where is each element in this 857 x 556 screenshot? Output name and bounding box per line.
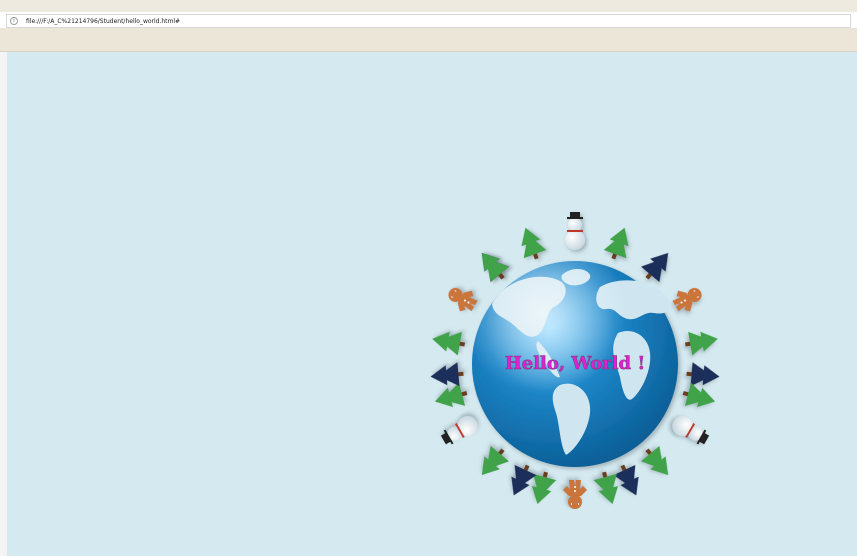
green-tree-icon — [603, 227, 629, 260]
snowman-icon — [565, 212, 585, 250]
navy-tree-icon — [641, 252, 669, 283]
snowman-icon — [440, 416, 478, 445]
green-tree-icon — [684, 331, 718, 356]
globe-illustration: Hello, World ! — [430, 212, 720, 509]
browser-top-strip — [0, 0, 857, 12]
browser-toolbar — [0, 28, 857, 52]
page-info-icon[interactable]: i — [10, 17, 18, 25]
gingerbread-man-icon — [448, 288, 478, 312]
green-tree-icon — [432, 331, 466, 356]
url-text[interactable]: file:///F:/A_C%21214796/Student/hello_wo… — [26, 18, 180, 25]
gingerbread-man-icon — [672, 288, 702, 312]
gingerbread-man-icon — [563, 480, 587, 509]
window-left-edge — [0, 52, 7, 556]
navy-tree-icon — [511, 464, 537, 496]
page-viewport: Hello, World ! — [7, 52, 857, 556]
green-tree-icon — [682, 382, 716, 408]
green-tree-icon — [434, 382, 468, 408]
greeting-text: Hello, World ! — [505, 353, 646, 374]
navy-tree-icon — [613, 464, 639, 496]
navy-tree-icon — [430, 362, 464, 387]
green-tree-icon — [481, 445, 509, 476]
browser-window: i file:///F:/A_C%21214796/Student/hello_… — [0, 0, 857, 556]
green-tree-icon — [481, 252, 509, 283]
green-tree-icon — [521, 227, 547, 260]
snowman-icon — [672, 416, 710, 445]
address-bar[interactable]: i file:///F:/A_C%21214796/Student/hello_… — [6, 14, 851, 28]
green-tree-icon — [641, 445, 669, 476]
